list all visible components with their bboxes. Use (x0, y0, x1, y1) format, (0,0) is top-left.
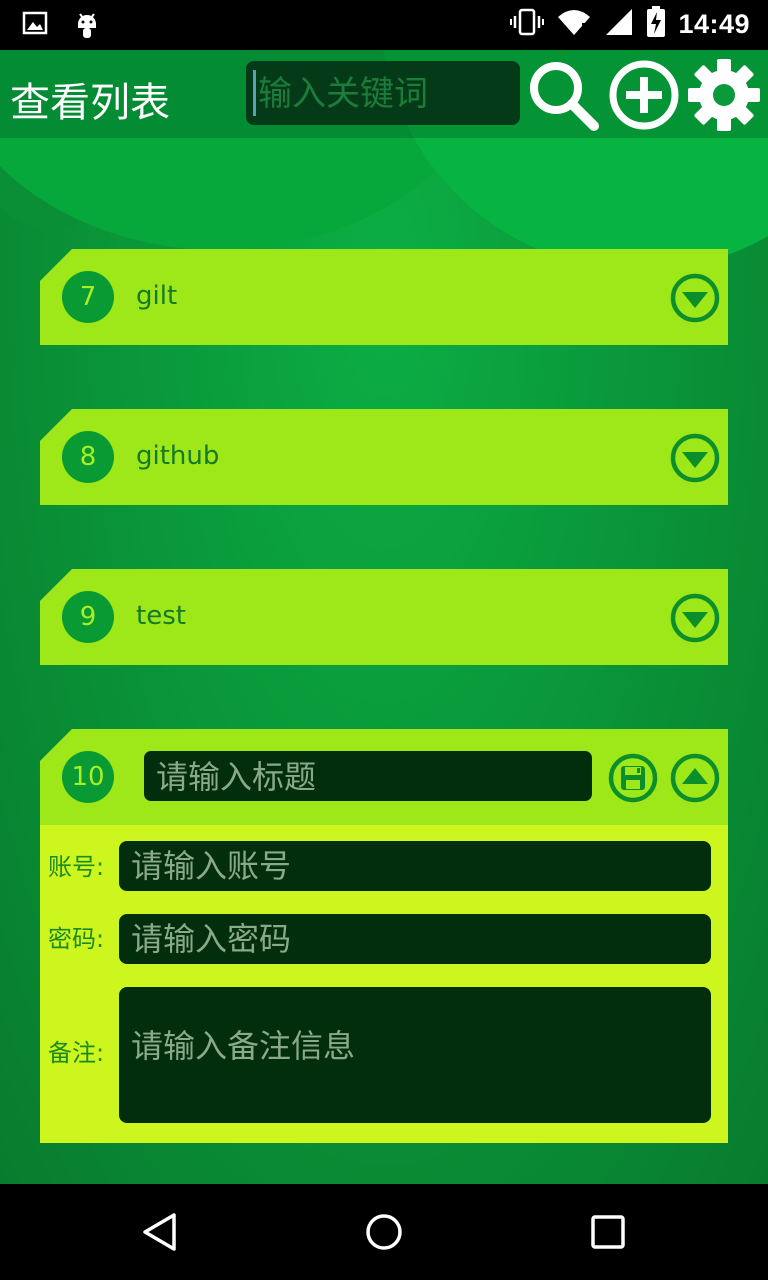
expand-down-icon[interactable] (670, 273, 720, 327)
search-field[interactable] (246, 61, 520, 127)
item-number-badge: 7 (62, 271, 114, 323)
item-title: gilt (136, 281, 178, 311)
page-title: 查看列表 (10, 80, 170, 126)
list-item[interactable]: 7 gilt (40, 249, 728, 345)
item-number-badge: 8 (62, 431, 114, 483)
settings-gear-icon[interactable] (686, 58, 762, 136)
search-input[interactable] (256, 61, 520, 127)
note-label: 备注: (48, 1039, 105, 1067)
list-item[interactable]: 8 github (40, 409, 728, 505)
item-title: test (136, 601, 186, 631)
new-item-editor: 10 账号: 密码: 备注: (40, 729, 728, 1143)
save-icon[interactable] (608, 753, 658, 807)
search-icon[interactable] (526, 58, 602, 136)
note-field[interactable] (119, 987, 711, 1123)
card-header[interactable]: 7 gilt (40, 249, 728, 345)
item-number-badge: 10 (62, 751, 114, 803)
account-label: 账号: (48, 853, 105, 881)
signal-icon (604, 7, 634, 42)
card-header[interactable]: 9 test (40, 569, 728, 665)
text-cursor (253, 70, 256, 116)
navigation-bar (0, 1184, 768, 1280)
list-item[interactable]: 9 test (40, 569, 728, 665)
note-input[interactable] (129, 987, 711, 1119)
password-label: 密码: (48, 925, 105, 953)
clock: 14:49 (678, 9, 750, 39)
account-input[interactable] (129, 841, 715, 891)
expand-down-icon[interactable] (670, 433, 720, 487)
title-field[interactable] (144, 751, 596, 803)
account-field[interactable] (119, 841, 715, 891)
expand-down-icon[interactable] (670, 593, 720, 647)
collapse-up-icon[interactable] (670, 753, 720, 807)
password-field[interactable] (119, 914, 715, 964)
editor-body: 账号: 密码: 备注: (40, 825, 728, 1143)
back-icon[interactable] (140, 1212, 180, 1256)
password-input[interactable] (129, 914, 715, 964)
wifi-icon (556, 7, 592, 42)
add-circle-icon[interactable] (606, 58, 682, 136)
battery-charging-icon (646, 6, 666, 43)
status-bar: 14:49 (0, 0, 768, 50)
item-title: github (136, 441, 220, 471)
card-header[interactable]: 8 github (40, 409, 728, 505)
image-icon (22, 10, 48, 45)
title-input[interactable] (154, 751, 596, 803)
recents-icon[interactable] (588, 1212, 628, 1256)
android-icon (74, 10, 100, 45)
home-icon[interactable] (364, 1212, 404, 1256)
item-number-badge: 9 (62, 591, 114, 643)
card-header: 10 (40, 729, 728, 825)
vibrate-icon (510, 7, 545, 42)
